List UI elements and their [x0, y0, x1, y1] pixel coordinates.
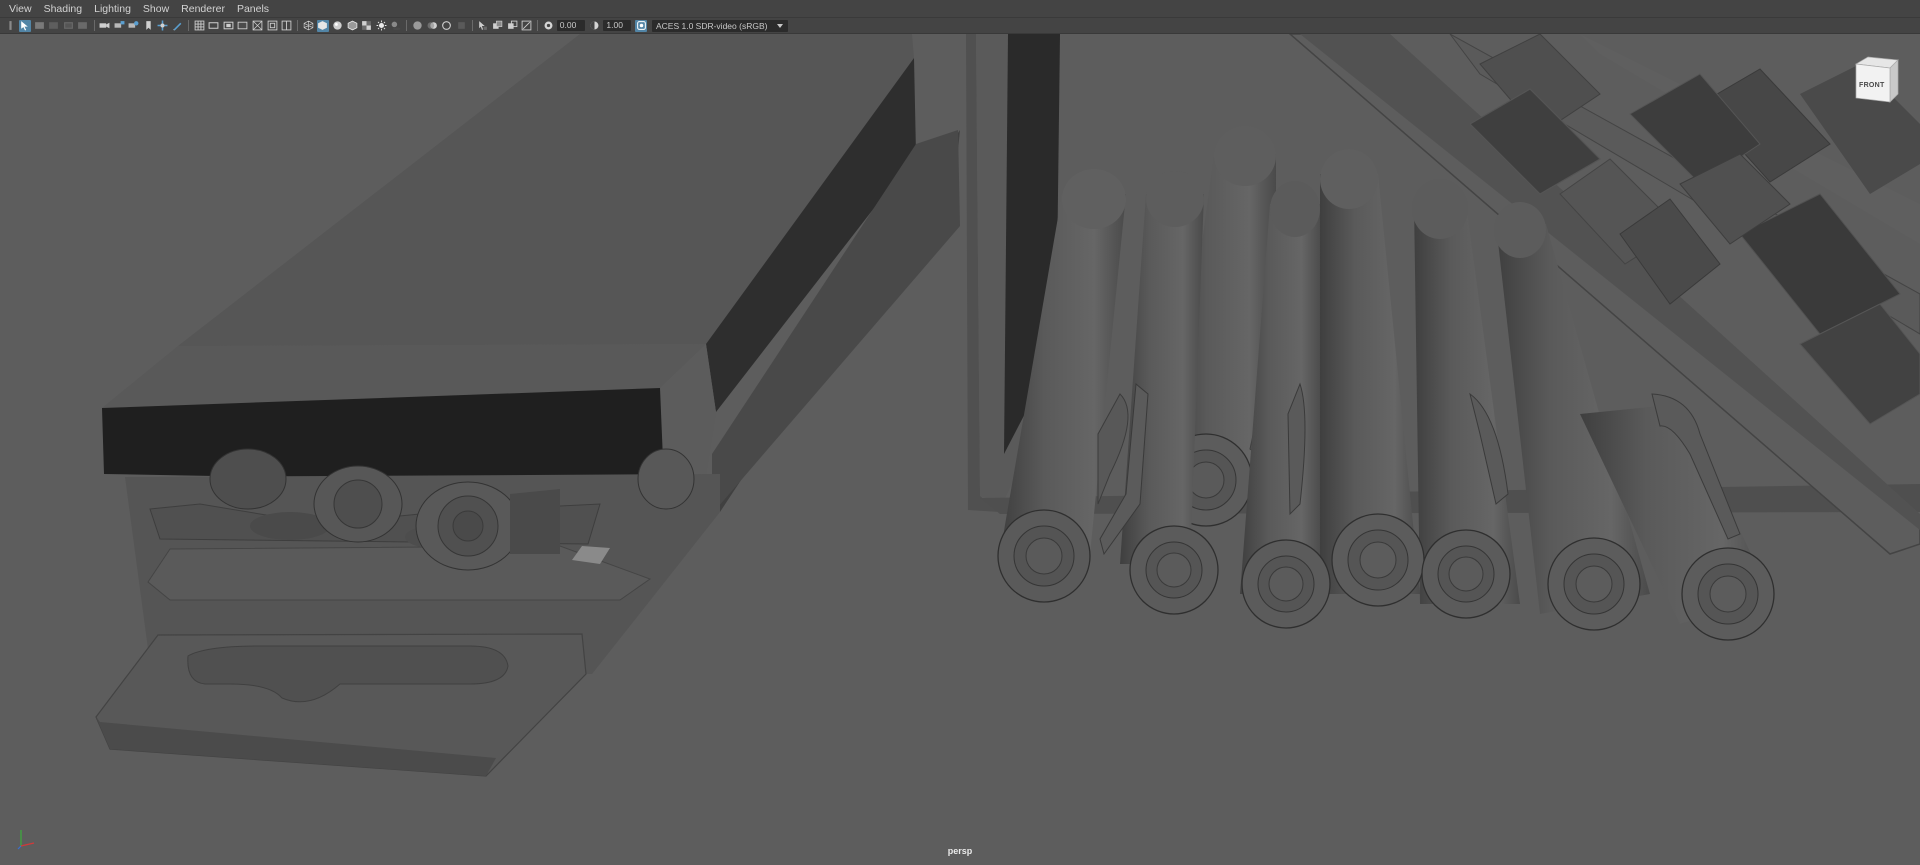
gate-mask-icon[interactable] — [237, 20, 249, 32]
exposure-icon[interactable] — [542, 20, 554, 32]
view-cube[interactable] — [1850, 56, 1902, 106]
safe-title-icon[interactable] — [281, 20, 293, 32]
textured-icon[interactable] — [361, 20, 373, 32]
menu-lighting[interactable]: Lighting — [90, 0, 135, 18]
toolbar-separator — [471, 20, 473, 31]
shadows-icon[interactable] — [390, 20, 402, 32]
resolution-gate-icon[interactable] — [222, 20, 234, 32]
safe-action-icon[interactable] — [266, 20, 278, 32]
chevron-down-icon — [776, 23, 783, 28]
lighting-icon[interactable] — [375, 20, 387, 32]
toolbar-separator — [93, 20, 95, 31]
multisample-aa-icon[interactable] — [441, 20, 453, 32]
pen-end[interactable] — [1547, 537, 1641, 631]
gamma-icon[interactable] — [589, 20, 601, 32]
menu-renderer[interactable]: Renderer — [177, 0, 229, 18]
pen-end[interactable] — [1241, 539, 1331, 629]
color-management-icon[interactable] — [635, 19, 648, 32]
isolate-select-icon[interactable] — [477, 20, 489, 32]
image-plane-icon[interactable] — [62, 20, 74, 32]
pen-end[interactable] — [1331, 513, 1425, 607]
menu-show[interactable]: Show — [139, 0, 173, 18]
pen-end[interactable] — [1129, 525, 1219, 615]
wireframe-icon[interactable] — [302, 20, 314, 32]
toolbar-separator — [537, 20, 539, 31]
panel-menu-bar: View Shading Lighting Show Renderer Pane… — [0, 0, 1920, 18]
toolbar-separator — [297, 20, 299, 31]
screen-space-ao-icon[interactable] — [411, 20, 423, 32]
box-body[interactable] — [95, 474, 720, 777]
view-transform-dropdown[interactable]: ACES 1.0 SDR-video (sRGB) — [651, 19, 788, 32]
toolbar-handle-icon[interactable] — [4, 20, 16, 32]
safe-frame-camera-icon[interactable] — [128, 20, 140, 32]
menu-shading[interactable]: Shading — [40, 0, 87, 18]
field-chart-icon[interactable] — [252, 20, 264, 32]
camera-name-label: persp — [947, 846, 973, 856]
gamma-field[interactable]: 1.00 — [603, 20, 632, 31]
menu-view[interactable]: View — [5, 0, 36, 18]
motion-blur-icon[interactable] — [426, 20, 438, 32]
bookmarks-icon[interactable] — [48, 20, 60, 32]
menu-panels[interactable]: Panels — [233, 0, 273, 18]
smooth-shade-icon[interactable] — [316, 19, 329, 32]
two-d-pan-zoom-icon[interactable] — [77, 20, 89, 32]
box-lid[interactable] — [102, 34, 960, 514]
film-gate-icon[interactable] — [208, 20, 220, 32]
camera-icon[interactable] — [99, 20, 111, 32]
view-cube-front-label[interactable]: FRONT — [1859, 82, 1885, 89]
exposure-field[interactable]: 0.00 — [556, 20, 585, 31]
maya-viewport-window: View Shading Lighting Show Renderer Pane… — [0, 0, 1920, 865]
grid-icon[interactable] — [193, 20, 205, 32]
view-transform-label: ACES 1.0 SDR-video (sRGB) — [655, 20, 768, 31]
toolbar-separator — [406, 20, 408, 31]
camera-attributes-icon[interactable] — [33, 20, 45, 32]
xray-icon[interactable] — [491, 20, 503, 32]
depth-of-field-icon[interactable] — [455, 20, 467, 32]
persp-viewport[interactable]: FRONT persp — [0, 34, 1920, 865]
xray-joints-icon[interactable] — [506, 20, 518, 32]
bookmark-icon[interactable] — [142, 20, 154, 32]
pen-end[interactable] — [1421, 529, 1511, 619]
scene-geometry[interactable] — [0, 34, 1920, 865]
track-icon[interactable] — [157, 20, 169, 32]
toolbar-separator — [188, 20, 190, 31]
panel-toolbar: 0.00 1.00 ACES 1.0 SDR-video (sRGB) — [0, 18, 1920, 34]
pen-end[interactable] — [1681, 547, 1775, 641]
pens-group[interactable] — [997, 126, 1775, 641]
backface-culling-icon[interactable] — [521, 20, 533, 32]
wireframe-on-shaded-icon[interactable] — [346, 20, 358, 32]
camera-lock-icon[interactable] — [113, 20, 125, 32]
use-default-material-icon[interactable] — [331, 20, 343, 32]
grease-pencil-icon[interactable] — [172, 20, 184, 32]
select-camera-icon[interactable] — [18, 19, 31, 32]
